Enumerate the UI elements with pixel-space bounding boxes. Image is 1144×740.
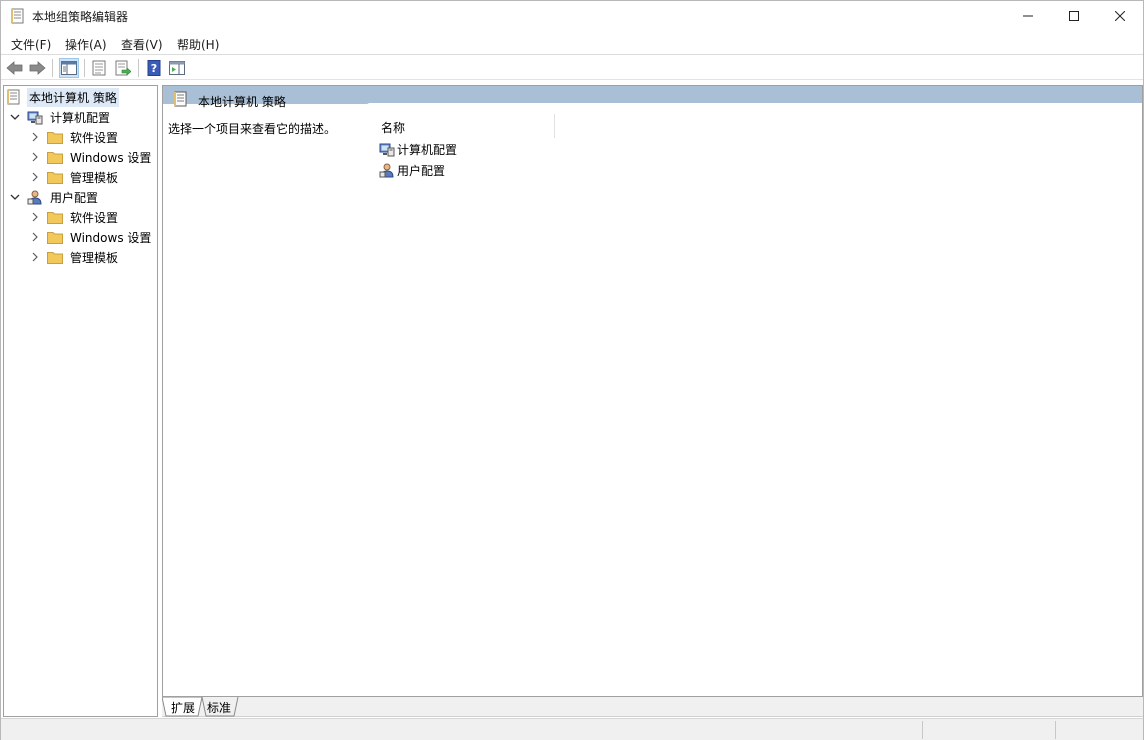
toolbar-separator bbox=[138, 59, 139, 77]
tree-item-user-admin-templates[interactable]: 管理模板 bbox=[29, 247, 120, 267]
tree-item-local-policy[interactable]: 本地计算机 策略 bbox=[6, 87, 119, 107]
svg-text:?: ? bbox=[151, 62, 157, 75]
menu-help[interactable]: 帮助(H) bbox=[177, 36, 219, 53]
tree-item-user-windows-settings[interactable]: Windows 设置 bbox=[29, 227, 153, 247]
tree-item-computer-admin-templates[interactable]: 管理模板 bbox=[29, 167, 120, 187]
folder-icon bbox=[47, 209, 63, 225]
folder-icon bbox=[47, 229, 63, 245]
tree-item-label: 本地计算机 策略 bbox=[27, 87, 119, 107]
tree-item-computer-windows-settings[interactable]: Windows 设置 bbox=[29, 147, 153, 167]
show-hide-tree-icon bbox=[61, 61, 77, 75]
chevron-right-icon[interactable] bbox=[29, 171, 41, 183]
column-header-label: 名称 bbox=[381, 121, 406, 135]
user-icon bbox=[27, 189, 43, 205]
toolbar-separator bbox=[84, 59, 85, 77]
column-header-name[interactable]: 名称 bbox=[375, 114, 555, 138]
user-icon bbox=[379, 162, 395, 178]
menu-view[interactable]: 查看(V) bbox=[121, 36, 163, 53]
help-button[interactable]: ? bbox=[144, 58, 164, 78]
properties-icon bbox=[92, 60, 106, 76]
tree-item-label: 计算机配置 bbox=[50, 110, 111, 125]
status-separator bbox=[922, 721, 923, 739]
forward-button[interactable] bbox=[27, 58, 47, 78]
tree-pane: 本地计算机 策略 计算机配置 软件设置 Windows 设置 管理模板 用户配置… bbox=[3, 85, 158, 717]
chevron-right-icon[interactable] bbox=[29, 131, 41, 143]
tree-item-label: 管理模板 bbox=[70, 170, 119, 185]
tree-item-label: Windows 设置 bbox=[70, 150, 152, 165]
export-list-icon bbox=[115, 60, 131, 76]
maximize-icon bbox=[1069, 11, 1079, 21]
close-button[interactable] bbox=[1097, 1, 1143, 31]
toolbar-separator bbox=[52, 59, 53, 77]
tree-item-computer-config[interactable]: 计算机配置 bbox=[9, 107, 112, 127]
maximize-button[interactable] bbox=[1051, 1, 1097, 31]
list-item-label: 用户配置 bbox=[397, 163, 446, 178]
folder-icon bbox=[47, 249, 63, 265]
tree-item-user-config[interactable]: 用户配置 bbox=[9, 187, 100, 207]
content-header: 本地计算机 策略 bbox=[163, 86, 1142, 109]
view-tabs: 扩展 标准 bbox=[162, 697, 1143, 717]
show-hide-tree-button[interactable] bbox=[59, 58, 79, 78]
policy-document-icon bbox=[11, 8, 25, 24]
content-pane: 本地计算机 策略 选择一个项目来查看它的描述。 名称 计算机配置 用户配置 bbox=[162, 85, 1143, 697]
back-arrow-icon bbox=[6, 61, 23, 75]
tree-item-computer-software-settings[interactable]: 软件设置 bbox=[29, 127, 120, 147]
minimize-icon bbox=[1023, 15, 1033, 17]
show-hide-action-pane-button[interactable] bbox=[167, 58, 187, 78]
export-list-button[interactable] bbox=[113, 58, 133, 78]
help-icon: ? bbox=[147, 60, 161, 76]
list-item-computer-config[interactable]: 计算机配置 bbox=[379, 139, 457, 159]
tab-extended[interactable]: 扩展 bbox=[171, 697, 195, 717]
tree-item-label: Windows 设置 bbox=[70, 230, 152, 245]
minimize-button[interactable] bbox=[1005, 1, 1051, 31]
folder-icon bbox=[47, 169, 63, 185]
window-title: 本地组策略编辑器 bbox=[32, 10, 129, 24]
description-text: 选择一个项目来查看它的描述。 bbox=[168, 122, 337, 136]
close-icon bbox=[1115, 11, 1125, 21]
show-hide-action-pane-icon bbox=[169, 61, 185, 75]
forward-arrow-icon bbox=[29, 61, 46, 75]
tree-item-user-software-settings[interactable]: 软件设置 bbox=[29, 207, 120, 227]
list-item-user-config[interactable]: 用户配置 bbox=[379, 160, 445, 180]
header-notch bbox=[366, 103, 1142, 107]
computer-icon bbox=[27, 109, 43, 125]
title-bar[interactable]: 本地组策略编辑器 bbox=[1, 1, 1143, 31]
tree-item-label: 软件设置 bbox=[70, 130, 119, 145]
toolbar: ? bbox=[1, 56, 1143, 80]
list-item-label: 计算机配置 bbox=[397, 142, 458, 157]
policy-document-icon bbox=[174, 91, 188, 107]
status-bar bbox=[1, 718, 1143, 740]
back-button[interactable] bbox=[5, 58, 25, 78]
tree-item-label: 用户配置 bbox=[50, 190, 99, 205]
status-separator bbox=[1055, 721, 1056, 739]
computer-icon bbox=[379, 141, 395, 157]
tab-standard[interactable]: 标准 bbox=[207, 697, 231, 717]
folder-icon bbox=[47, 129, 63, 145]
tree-item-label: 软件设置 bbox=[70, 210, 119, 225]
chevron-right-icon[interactable] bbox=[29, 231, 41, 243]
menu-file[interactable]: 文件(F) bbox=[11, 36, 51, 53]
menu-bar: 文件(F) 操作(A) 查看(V) 帮助(H) bbox=[1, 32, 1143, 55]
tree-item-label: 管理模板 bbox=[70, 250, 119, 265]
content-header-title: 本地计算机 策略 bbox=[198, 95, 286, 109]
chevron-right-icon[interactable] bbox=[29, 251, 41, 263]
folder-icon bbox=[47, 149, 63, 165]
properties-button[interactable] bbox=[89, 58, 109, 78]
chevron-right-icon[interactable] bbox=[29, 211, 41, 223]
chevron-down-icon[interactable] bbox=[9, 111, 21, 123]
policy-document-icon bbox=[6, 89, 22, 105]
chevron-right-icon[interactable] bbox=[29, 151, 41, 163]
menu-action[interactable]: 操作(A) bbox=[65, 36, 107, 53]
app-window: 本地组策略编辑器 文件(F) 操作(A) 查看(V) 帮助(H) ? 本地计算机… bbox=[0, 0, 1144, 740]
chevron-down-icon[interactable] bbox=[9, 191, 21, 203]
